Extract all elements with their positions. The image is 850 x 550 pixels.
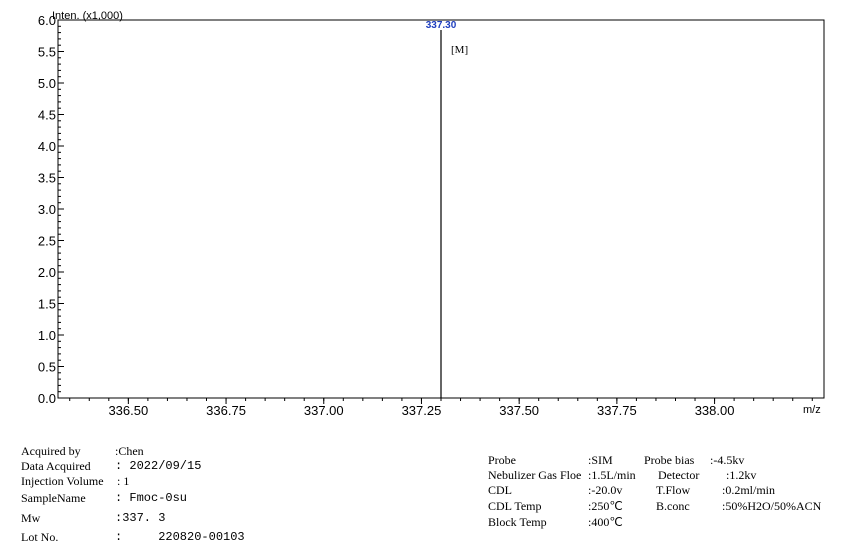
peak-annotation: [M]: [451, 44, 468, 56]
y-axis-label: Inten. (x1,000): [52, 10, 123, 22]
setting-row-cdl-temp: CDL Temp :250℃: [488, 499, 623, 514]
setting-label: Probe: [488, 453, 516, 467]
x-tick-label: 336.50: [108, 403, 148, 418]
setting-value: :0.2ml/min: [722, 483, 776, 497]
setting-row-detector: Detector :1.2kv: [658, 468, 756, 483]
setting-value: :250℃: [588, 499, 623, 513]
x-tick-label: 337.75: [597, 403, 637, 418]
info-value: : 220820-00103: [115, 530, 245, 544]
setting-row-tflow: T.Flow :0.2ml/min: [656, 483, 775, 498]
info-label: Data Acquired: [21, 459, 91, 473]
setting-value: :-20.0v: [588, 483, 623, 497]
setting-label: T.Flow: [656, 483, 691, 497]
info-row-acquired-by: Acquired by :Chen: [21, 444, 144, 459]
y-tick-label: 3.5: [38, 171, 56, 186]
mass-spectrum-chart: 0.00.51.01.52.02.53.03.54.04.55.05.56.0 …: [38, 10, 825, 418]
info-row-injection-volume: Injection Volume : 1: [21, 474, 129, 489]
info-row-data-acquired: Data Acquired : 2022/09/15: [21, 459, 201, 474]
x-axis-label: m/z: [803, 404, 821, 416]
setting-label: B.conc: [656, 499, 690, 513]
y-tick-label: 5.5: [38, 45, 56, 60]
setting-value: :-4.5kv: [710, 453, 745, 467]
info-label: SampleName: [21, 491, 86, 505]
setting-label: Nebulizer Gas Floe: [488, 468, 582, 482]
x-tick-label: 337.25: [402, 403, 442, 418]
y-tick-label: 1.0: [38, 328, 56, 343]
info-value: : 1: [117, 474, 130, 488]
setting-value: :1.2kv: [726, 468, 757, 482]
y-tick-label: 0.5: [38, 360, 56, 375]
setting-value: :400℃: [588, 515, 623, 529]
info-row-mw: Mw :337. 3: [21, 511, 165, 526]
y-tick-label: 0.0: [38, 391, 56, 406]
x-tick-label: 338.00: [695, 403, 735, 418]
y-tick-label: 2.0: [38, 265, 56, 280]
setting-row-block-temp: Block Temp :400℃: [488, 515, 623, 530]
setting-label: CDL: [488, 483, 512, 497]
x-tick-label: 337.50: [499, 403, 539, 418]
setting-row-probe: Probe :SIM: [488, 453, 613, 468]
setting-label: Probe bias: [644, 453, 695, 467]
setting-row-probe-bias: Probe bias :-4.5kv: [644, 453, 744, 468]
info-row-sample-name: SampleName : Fmoc-0su: [21, 491, 187, 506]
info-label: Injection Volume: [21, 474, 104, 488]
setting-row-bconc: B.conc :50%H2O/50%ACN: [656, 499, 821, 514]
setting-row-nebulizer: Nebulizer Gas Floe :1.5L/min: [488, 468, 636, 483]
info-label: Acquired by: [21, 444, 81, 458]
info-row-lot-no: Lot No. : 220820-00103: [21, 530, 245, 545]
y-tick-label: 4.5: [38, 108, 56, 123]
setting-label: Block Temp: [488, 515, 547, 529]
setting-value: :50%H2O/50%ACN: [722, 499, 822, 513]
peak-label: 337.30: [426, 20, 457, 31]
info-value: : 2022/09/15: [115, 459, 202, 473]
setting-value: :SIM: [588, 453, 613, 467]
info-label: Lot No.: [21, 530, 59, 544]
y-tick-label: 3.0: [38, 202, 56, 217]
y-tick-label: 4.0: [38, 139, 56, 154]
setting-label: CDL Temp: [488, 499, 542, 513]
setting-row-cdl: CDL :-20.0v: [488, 483, 622, 498]
info-label: Mw: [21, 511, 41, 525]
setting-label: Detector: [658, 468, 700, 482]
info-value: :Chen: [115, 444, 144, 458]
y-tick-label: 5.0: [38, 76, 56, 91]
x-tick-label: 336.75: [206, 403, 246, 418]
y-tick-label: 1.5: [38, 297, 56, 312]
info-value: :337. 3: [115, 511, 166, 525]
y-tick-label: 2.5: [38, 234, 56, 249]
x-tick-label: 337.00: [304, 403, 344, 418]
setting-value: :1.5L/min: [588, 468, 636, 482]
x-axis: 336.50 336.75 337.00 337.25 337.50 337.75 338.…: [69, 398, 813, 418]
info-value: : Fmoc-0su: [115, 491, 188, 505]
